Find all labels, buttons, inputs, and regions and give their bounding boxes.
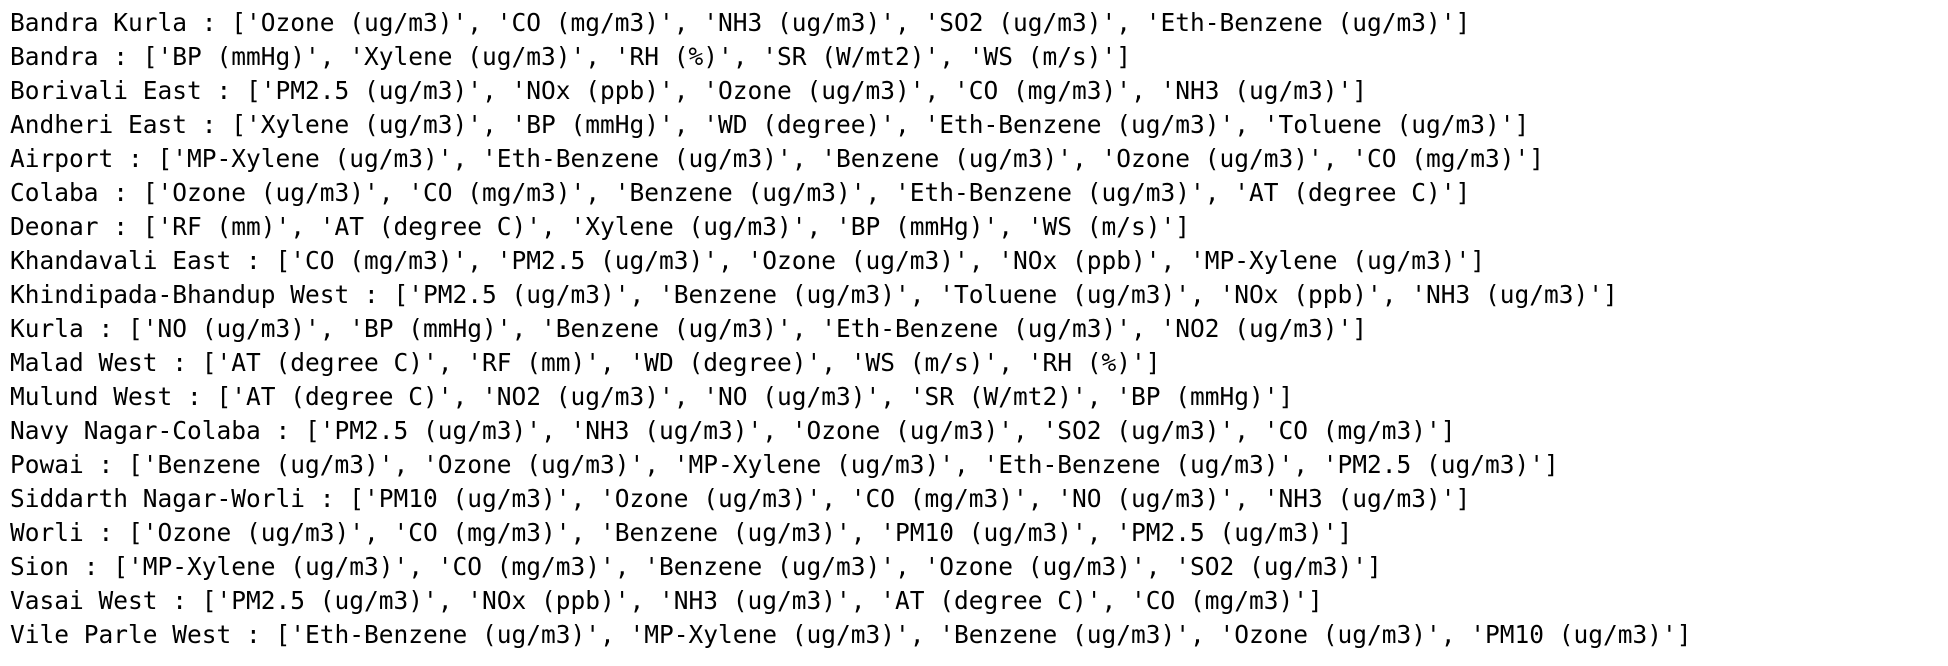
output-line: Andheri East : ['Xylene (ug/m3)', 'BP (m… <box>10 110 1530 139</box>
output-line: Bandra : ['BP (mmHg)', 'Xylene (ug/m3)',… <box>10 42 1132 71</box>
output-line: Airport : ['MP-Xylene (ug/m3)', 'Eth-Ben… <box>10 144 1545 173</box>
output-line: Sion : ['MP-Xylene (ug/m3)', 'CO (mg/m3)… <box>10 552 1382 581</box>
output-line: Worli : ['Ozone (ug/m3)', 'CO (mg/m3)', … <box>10 518 1353 547</box>
output-line: Mulund West : ['AT (degree C)', 'NO2 (ug… <box>10 382 1294 411</box>
output-line: Navy Nagar-Colaba : ['PM2.5 (ug/m3)', 'N… <box>10 416 1456 445</box>
output-line: Borivali East : ['PM2.5 (ug/m3)', 'NOx (… <box>10 76 1368 105</box>
output-line: Vile Parle West : ['Eth-Benzene (ug/m3)'… <box>10 620 1692 649</box>
output-line: Deonar : ['RF (mm)', 'AT (degree C)', 'X… <box>10 212 1191 241</box>
output-line: Khindipada-Bhandup West : ['PM2.5 (ug/m3… <box>10 280 1618 309</box>
output-line: Colaba : ['Ozone (ug/m3)', 'CO (mg/m3)',… <box>10 178 1471 207</box>
output-line: Vasai West : ['PM2.5 (ug/m3)', 'NOx (ppb… <box>10 586 1323 615</box>
output-line: Kurla : ['NO (ug/m3)', 'BP (mmHg)', 'Ben… <box>10 314 1368 343</box>
output-line: Khandavali East : ['CO (mg/m3)', 'PM2.5 … <box>10 246 1486 275</box>
output-line: Bandra Kurla : ['Ozone (ug/m3)', 'CO (mg… <box>10 8 1471 37</box>
output-line: Powai : ['Benzene (ug/m3)', 'Ozone (ug/m… <box>10 450 1559 479</box>
console-output: Bandra Kurla : ['Ozone (ug/m3)', 'CO (mg… <box>10 6 1692 652</box>
output-line: Siddarth Nagar-Worli : ['PM10 (ug/m3)', … <box>10 484 1471 513</box>
output-line: Malad West : ['AT (degree C)', 'RF (mm)'… <box>10 348 1161 377</box>
